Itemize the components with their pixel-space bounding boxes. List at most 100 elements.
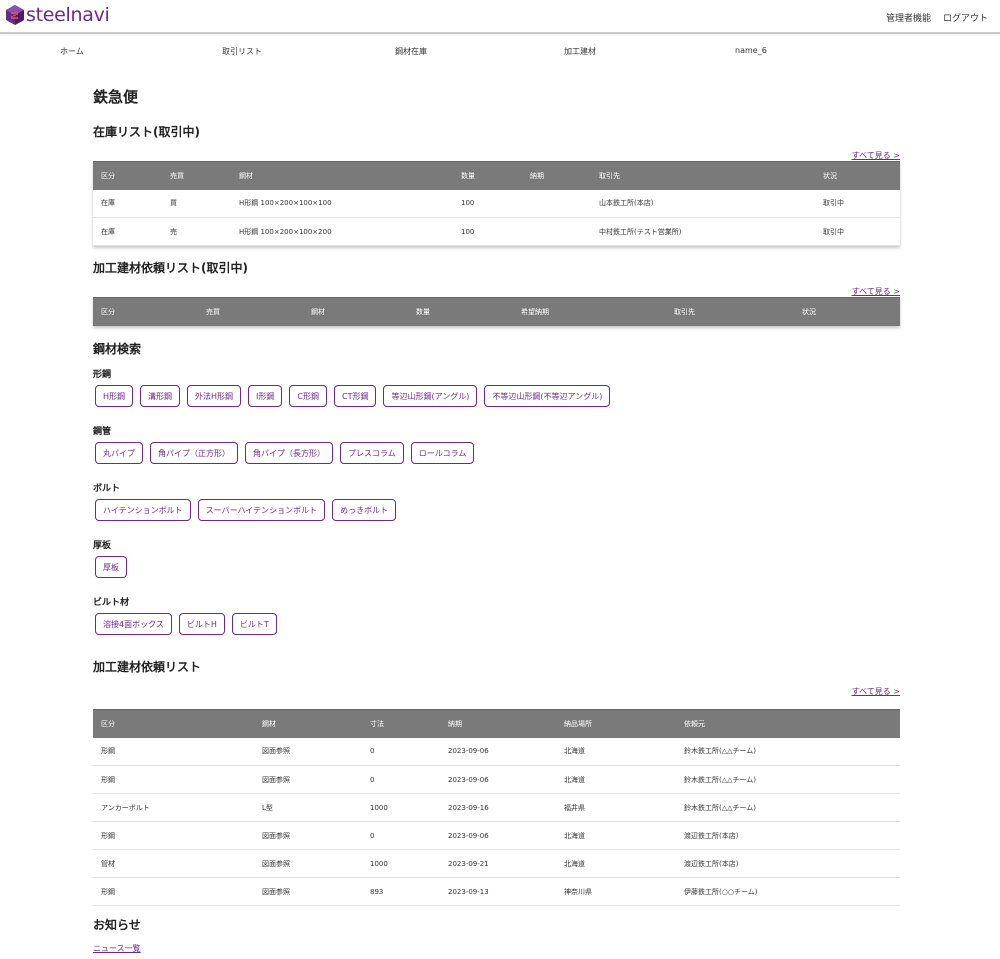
main-nav: ホーム 取引リスト 鋼材在庫 加工建材 name_6 [0, 46, 1000, 58]
proc-active-title: 加工建材依頼リスト(取引中) [93, 261, 248, 275]
column-header[interactable]: 売買 [198, 297, 303, 326]
chip-high-tension-bolt[interactable]: ハイテンションボルト [95, 499, 191, 521]
table-cell: 図面参照 [254, 737, 362, 766]
table-cell: 100 [453, 189, 522, 218]
column-header[interactable]: 区分 [93, 297, 198, 326]
chip-round-pipe[interactable]: 丸パイプ [95, 442, 143, 464]
column-header[interactable]: 数量 [453, 161, 522, 190]
column-header[interactable]: 鋼材 [303, 297, 408, 326]
table-row[interactable]: 管材 図面参照 1000 2023-09-21 北海道 渡辺鉄工所(本店) [93, 849, 900, 878]
nav-item-name6[interactable]: name_6 [735, 46, 767, 55]
chip-plated-bolt[interactable]: めっきボルト [332, 499, 397, 521]
table-cell: 形鋼 [93, 821, 254, 850]
table-cell: 2023-09-13 [440, 877, 556, 906]
chip-c-channel[interactable]: C形鋼 [289, 385, 327, 407]
chip-i-beam[interactable]: I形鋼 [248, 385, 283, 407]
chip-equal-angle[interactable]: 等辺山形鋼(アングル) [383, 385, 478, 407]
chip-h-beam[interactable]: H形鋼 [95, 385, 134, 407]
table-cell: 買 [162, 189, 231, 218]
chip-press-column[interactable]: プレスコラム [340, 442, 404, 464]
chip-built-t[interactable]: ビルトT [231, 613, 277, 635]
nav-item-steel-stock[interactable]: 鋼材在庫 [395, 46, 427, 57]
column-header[interactable]: 依頼元 [676, 709, 900, 738]
table-cell: L型 [254, 793, 362, 822]
table-cell: 渡辺鉄工所(本店) [676, 821, 900, 850]
chip-square-pipe[interactable]: 角パイプ（正方形） [150, 442, 238, 464]
table-cell: 0 [362, 765, 440, 794]
chip-row-plate: 厚板 [95, 556, 127, 578]
table-cell: 893 [362, 877, 440, 906]
table-cell: 中村鉄工所(テスト営業所) [591, 217, 815, 246]
table-cell: 山本鉄工所(本店) [591, 189, 815, 218]
column-header[interactable]: 鋼材 [254, 709, 362, 738]
table-cell: 鈴木鉄工所(△△チーム) [676, 737, 900, 766]
category-label-built: ビルト材 [93, 598, 130, 608]
table-row[interactable]: アンカーボルト L型 1000 2023-09-16 福井県 鈴木鉄工所(△△チ… [93, 793, 900, 822]
table-cell: 北海道 [556, 821, 676, 850]
proc-active-see-all-link[interactable]: すべて見る > [852, 286, 900, 297]
chip-row-shape-steel: H形鋼 溝形鋼 外法H形鋼 I形鋼 C形鋼 CT形鋼 等辺山形鋼(アングル) 不… [95, 385, 611, 407]
nav-item-transactions[interactable]: 取引リスト [222, 46, 262, 57]
column-header[interactable]: 希望納期 [513, 297, 666, 326]
table-cell: 伊藤鉄工所(○○チーム) [676, 877, 900, 906]
table-cell: アンカーボルト [93, 793, 254, 822]
column-header[interactable]: 状況 [794, 297, 900, 326]
column-header[interactable]: 納品場所 [556, 709, 676, 738]
nav-item-processed-materials[interactable]: 加工建材 [564, 46, 596, 57]
brand-logo[interactable]: steelnavi [6, 5, 110, 25]
table-cell: 渡辺鉄工所(本店) [676, 849, 900, 878]
table-row[interactable]: 形鋼 図面参照 0 2023-09-06 北海道 鈴木鉄工所(△△チーム) [93, 737, 900, 766]
column-header[interactable]: 取引先 [591, 161, 815, 190]
table-cell: 形鋼 [93, 765, 254, 794]
chip-welded-box[interactable]: 溶接4面ボックス [95, 613, 172, 635]
table-cell: 図面参照 [254, 821, 362, 850]
column-header[interactable]: 納期 [440, 709, 556, 738]
table-row[interactable]: 形鋼 図面参照 893 2023-09-13 神奈川県 伊藤鉄工所(○○チーム) [93, 877, 900, 906]
table-cell: 2023-09-06 [440, 765, 556, 794]
chip-built-h[interactable]: ビルトH [178, 613, 225, 635]
nav-item-home[interactable]: ホーム [60, 46, 84, 57]
column-header[interactable]: 区分 [93, 161, 162, 190]
column-header[interactable]: 区分 [93, 709, 254, 738]
table-cell: 2023-09-06 [440, 821, 556, 850]
top-nav: 管理者機能 ログアウト [886, 11, 988, 24]
cube-logo-icon [6, 5, 24, 25]
chip-unequal-angle[interactable]: 不等辺山形鋼(不等辺アングル) [484, 385, 611, 407]
news-title: お知らせ [93, 918, 141, 932]
table-cell: 管材 [93, 849, 254, 878]
chip-outer-h-beam[interactable]: 外法H形鋼 [187, 385, 242, 407]
column-header[interactable]: 鋼材 [231, 161, 453, 190]
column-header[interactable]: 寸法 [362, 709, 440, 738]
column-header[interactable]: 数量 [408, 297, 513, 326]
chip-roll-column[interactable]: ロールコラム [410, 442, 475, 464]
table-row[interactable]: 形鋼 図面参照 0 2023-09-06 北海道 鈴木鉄工所(△△チーム) [93, 765, 900, 794]
brand-name: steelnavi [26, 4, 110, 26]
table-cell: 図面参照 [254, 877, 362, 906]
column-header[interactable]: 納期 [522, 161, 591, 190]
column-header[interactable]: 取引先 [666, 297, 794, 326]
table-cell: 1000 [362, 849, 440, 878]
stock-see-all-link[interactable]: すべて見る > [852, 150, 900, 161]
chip-super-high-tension-bolt[interactable]: スーパーハイテンションボルト [197, 499, 326, 521]
chip-thick-plate[interactable]: 厚板 [95, 556, 127, 578]
table-cell: 形鋼 [93, 737, 254, 766]
table-cell: 100 [453, 217, 522, 246]
chip-rect-pipe[interactable]: 角パイプ（長方形） [245, 442, 333, 464]
column-header[interactable]: 売買 [162, 161, 231, 190]
chip-ct-beam[interactable]: CT形鋼 [333, 385, 377, 407]
table-header-row: 区分 売買 鋼材 数量 納期 取引先 状況 [93, 161, 900, 190]
table-cell: 0 [362, 737, 440, 766]
proc-list-see-all-link[interactable]: すべて見る > [852, 686, 900, 697]
admin-link[interactable]: 管理者機能 [886, 11, 931, 24]
steel-search-title: 鋼材検索 [93, 342, 142, 356]
table-row[interactable]: 在庫 買 H形鋼 100×200×100×100 100 山本鉄工所(本店) 取… [93, 189, 900, 218]
table-row[interactable]: 在庫 売 H形鋼 100×200×100×200 100 中村鉄工所(テスト営業… [93, 217, 900, 246]
table-row[interactable]: 形鋼 図面参照 0 2023-09-06 北海道 渡辺鉄工所(本店) [93, 821, 900, 850]
table-cell: 売 [162, 217, 231, 246]
category-label-plate: 厚板 [93, 541, 112, 551]
news-list-link[interactable]: ニュース一覧 [93, 943, 141, 954]
column-header[interactable]: 状況 [815, 161, 900, 190]
logout-link[interactable]: ログアウト [943, 11, 988, 24]
chip-channel[interactable]: 溝形鋼 [140, 385, 181, 407]
table-cell: 在庫 [93, 189, 162, 218]
